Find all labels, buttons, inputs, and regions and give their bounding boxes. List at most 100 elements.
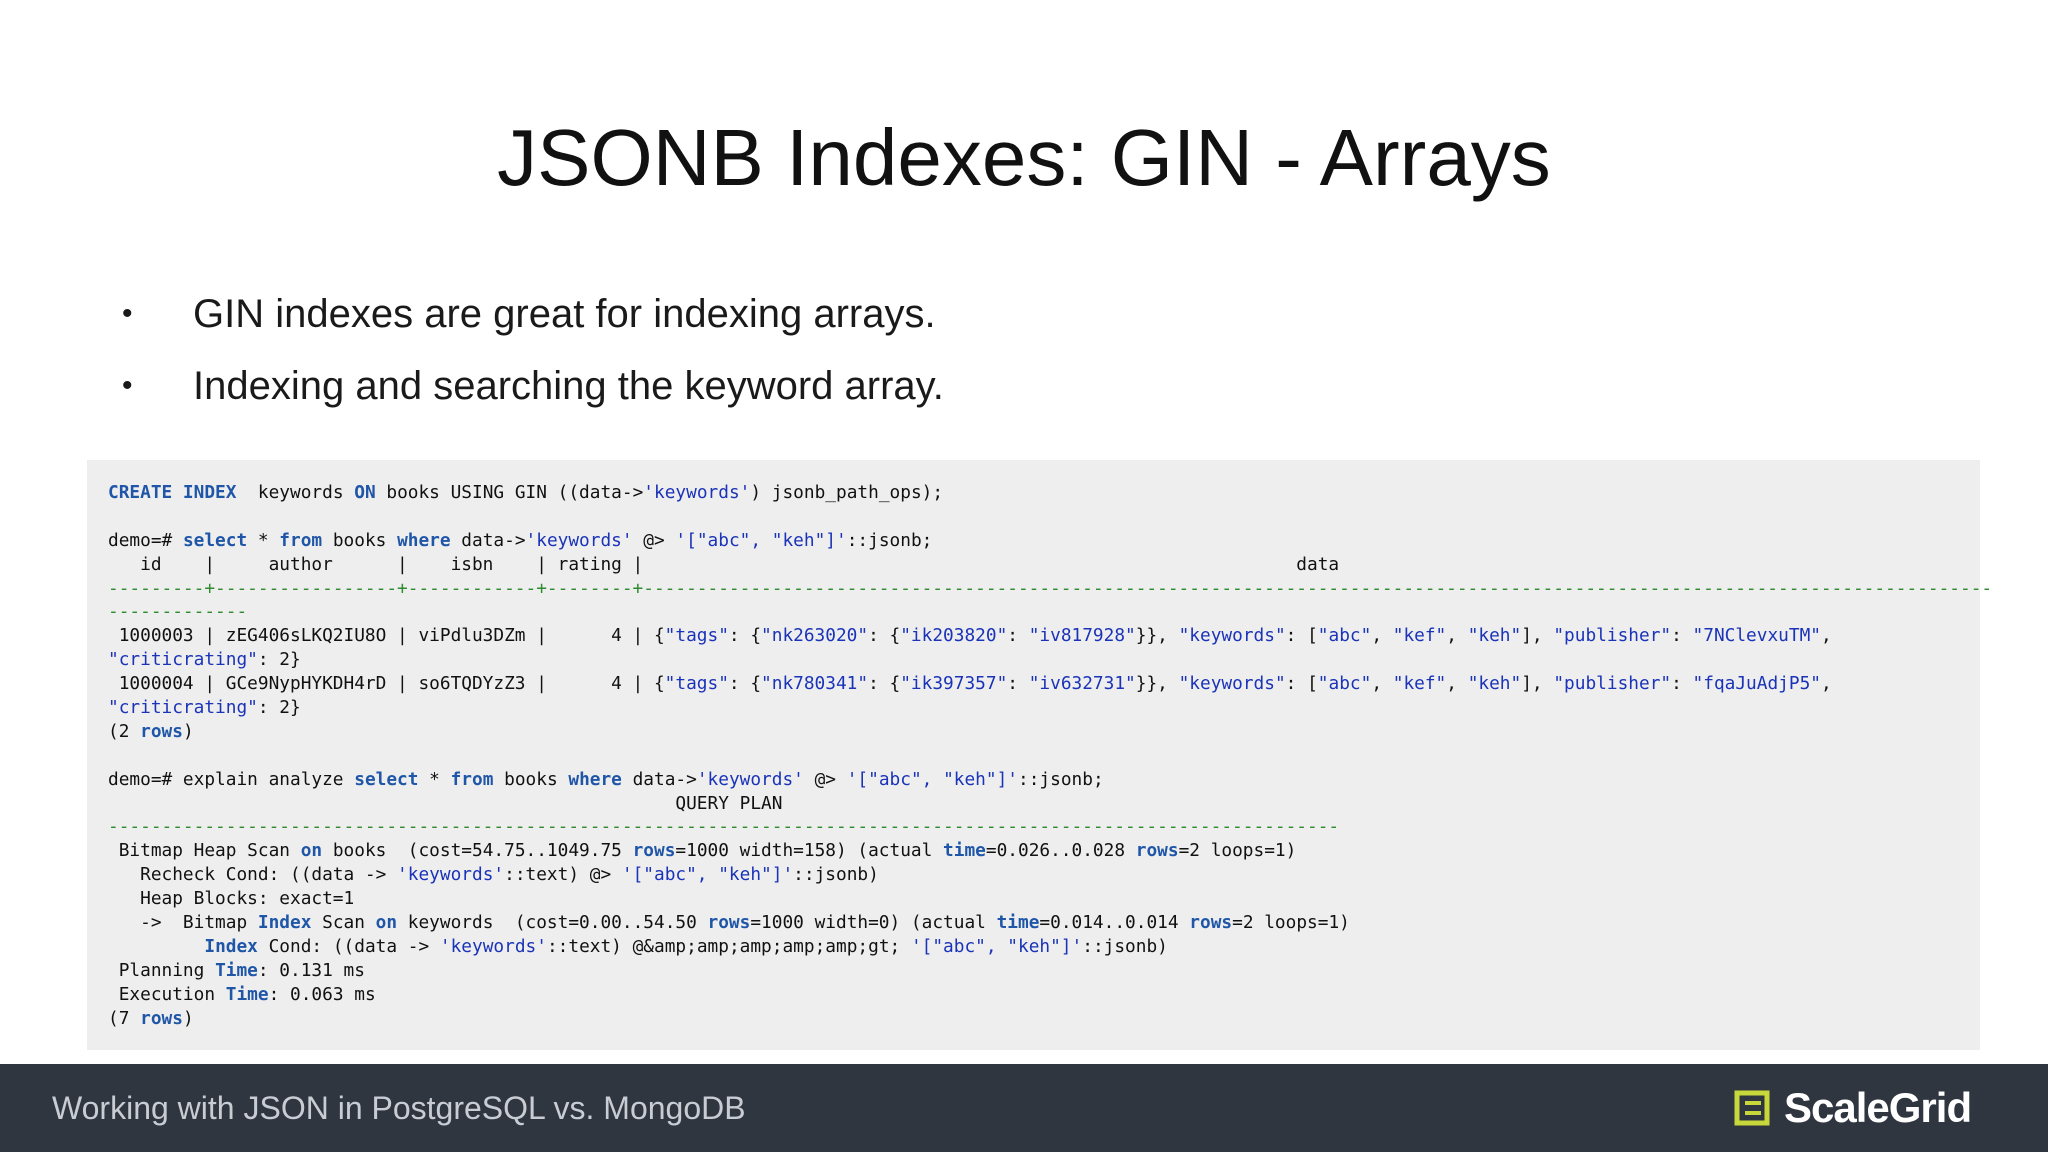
sql-keyword: on — [300, 840, 323, 862]
code-text: ::jsonb) — [1082, 935, 1168, 957]
bullet-dot-icon: • — [122, 297, 133, 330]
code-text: (7 — [108, 1007, 141, 1029]
sql-keyword: select — [354, 768, 419, 790]
code-text: Cond: ((data -> — [257, 935, 440, 957]
code-text: , — [1821, 625, 1832, 647]
logo-wordmark: ScaleGrid — [1784, 1084, 1972, 1131]
scalegrid-logo: ScaleGrid — [1734, 1084, 1972, 1132]
code-text: : { — [728, 625, 762, 647]
code-line: Planning Time: 0.131 ms — [108, 959, 1992, 983]
sql-string: '["abc", "keh"]' — [675, 529, 847, 551]
code-line: QUERY PLAN — [108, 792, 1992, 816]
code-text: : { — [868, 673, 901, 695]
code-text: =0.014..0.014 — [1039, 912, 1190, 934]
code-line: ---------+-----------------+------------… — [108, 577, 1992, 601]
footer-title: Working with JSON in PostgreSQL vs. Mong… — [52, 1090, 746, 1126]
code-line: ----------------------------------------… — [108, 815, 1992, 839]
sql-string: "publisher" — [1553, 625, 1672, 647]
code-text: ], — [1521, 673, 1554, 695]
code-text: : — [1671, 625, 1693, 647]
code-text: ::text) @> — [504, 864, 622, 886]
code-text: data-> — [621, 768, 697, 790]
code-line: demo=# select * from books where data->'… — [108, 529, 1992, 553]
code-text: : [ — [1285, 625, 1318, 647]
code-text: QUERY PLAN — [108, 792, 783, 814]
code-line: -> Bitmap Index Scan on keywords (cost=0… — [108, 911, 1992, 935]
sql-string: '["abc", "keh"]' — [910, 935, 1083, 957]
table-separator: ------------- — [108, 601, 248, 623]
code-line: Bitmap Heap Scan on books (cost=54.75..1… — [108, 839, 1992, 863]
code-text: demo=# explain analyze — [108, 768, 355, 790]
code-line: Recheck Cond: ((data -> 'keywords'::text… — [108, 863, 1992, 887]
code-text: books USING GIN ((data-> — [375, 482, 644, 503]
code-text: Recheck Cond: ((data -> — [108, 864, 398, 886]
code-text: (2 — [108, 720, 141, 742]
sql-string: 'keywords' — [439, 935, 547, 957]
sql-string: 'keywords' — [525, 529, 633, 551]
code-text: keywords — [236, 482, 355, 503]
code-line: id | author | isbn | rating | data — [108, 553, 1992, 577]
code-text: : [ — [1285, 673, 1318, 695]
bullet-text: GIN indexes are great for indexing array… — [193, 291, 936, 336]
sql-keyword: rows — [632, 840, 676, 862]
slide-title: JSONB Indexes: GIN - Arrays — [497, 113, 1551, 202]
sql-string: "nk780341" — [761, 673, 869, 695]
sql-code-block: CREATE INDEX keywords ON books USING GIN… — [108, 481, 1992, 1030]
sql-string: "keywords" — [1178, 673, 1286, 695]
code-text: Execution — [108, 983, 226, 1005]
code-text: 1000003 | zEG406sLKQ2IU8O | viPdlu3DZm |… — [108, 625, 665, 647]
sql-keyword: CREATE INDEX — [108, 482, 237, 503]
sql-string: 'keywords' — [643, 482, 751, 503]
code-text: Scan — [311, 912, 376, 934]
code-text: Planning — [108, 959, 216, 981]
code-line: (7 rows) — [108, 1007, 1992, 1031]
code-line: "criticrating": 2} — [108, 648, 1992, 672]
code-text: }}, — [1135, 673, 1179, 695]
sql-string: "criticrating" — [108, 697, 258, 719]
sql-keyword: Time — [215, 959, 258, 981]
bullet-item: • GIN indexes are great for indexing arr… — [118, 278, 944, 350]
bullet-text: Indexing and searching the keyword array… — [193, 363, 944, 408]
sql-string: "keywords" — [1178, 625, 1286, 647]
sql-keyword: where — [397, 529, 451, 551]
sql-keyword: select — [182, 529, 248, 551]
code-text: , — [1371, 673, 1393, 695]
code-line: ------------- — [108, 600, 1992, 624]
sql-string: "abc" — [1317, 625, 1372, 647]
sql-string: "publisher" — [1553, 673, 1672, 695]
code-text: =2 loops=1) — [1178, 840, 1297, 862]
sql-keyword: rows — [1189, 912, 1233, 934]
sql-keyword: rows — [707, 912, 751, 934]
code-text: * — [247, 529, 280, 551]
code-text: ], — [1521, 625, 1554, 647]
code-text: , — [1446, 625, 1468, 647]
code-text: : 2} — [257, 697, 301, 719]
code-text: @> — [632, 529, 676, 551]
sql-string: "tags" — [664, 673, 729, 695]
code-text: : 2} — [257, 649, 301, 671]
code-text: : — [1671, 673, 1693, 695]
sql-keyword: from — [450, 768, 494, 790]
footer-bar: Working with JSON in PostgreSQL vs. Mong… — [0, 1064, 2048, 1152]
sql-keyword: Time — [225, 983, 269, 1005]
code-text: -> Bitmap — [108, 912, 258, 934]
code-line: CREATE INDEX keywords ON books USING GIN… — [108, 481, 1992, 505]
code-line: Index Cond: ((data -> 'keywords'::text) … — [108, 935, 1992, 959]
code-text: ::text) @&amp;amp;amp;amp;amp;gt; — [546, 935, 911, 957]
code-text: : — [1007, 625, 1029, 647]
table-separator: ----------------------------------------… — [108, 816, 1340, 838]
code-text: demo=# — [108, 529, 183, 551]
sql-string: "iv817928" — [1028, 625, 1136, 647]
sql-keyword: Index — [204, 935, 258, 957]
sql-keyword: where — [568, 768, 622, 790]
table-separator: ---------+-----------------+------------… — [108, 577, 1993, 599]
sql-keyword: from — [279, 529, 323, 551]
code-text: * — [418, 768, 451, 790]
code-text: data-> — [450, 529, 526, 551]
code-text: , — [1371, 625, 1393, 647]
sql-string: "kef" — [1392, 625, 1447, 647]
code-text: : { — [868, 625, 901, 647]
code-text: =1000 width=0) (actual — [750, 912, 997, 934]
code-text: books — [493, 768, 569, 790]
